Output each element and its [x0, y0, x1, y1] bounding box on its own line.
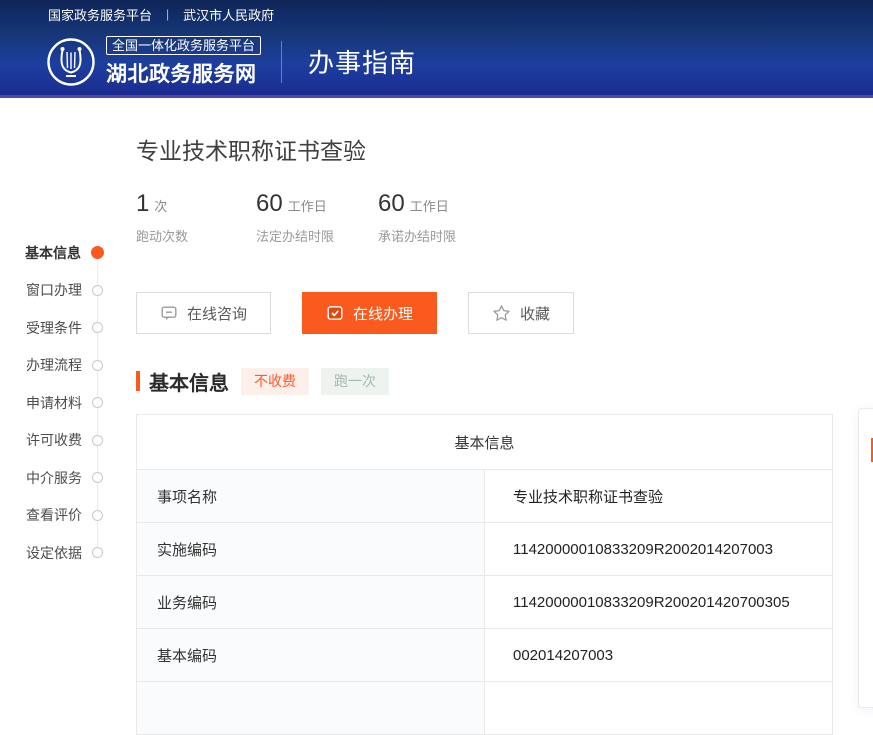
stat-label: 承诺办结时限 [378, 226, 456, 245]
stat-promised-time-limit: 60 工作日 承诺办结时限 [378, 190, 456, 245]
right-panel-card [858, 408, 873, 708]
step-dot-icon [92, 360, 103, 371]
sidebar-item-label: 窗口办理 [26, 280, 82, 300]
service-title: 专业技术职称证书查验 [136, 138, 833, 165]
sidebar-item-label: 许可收费 [26, 430, 82, 450]
stat-unit: 工作日 [410, 196, 449, 215]
stat-unit: 次 [154, 196, 167, 215]
main-content: 专业技术职称证书查验 1 次 跑动次数 60 工作日 法定办结时限 60 工作日… [136, 101, 833, 735]
star-icon [492, 304, 511, 323]
row-label: 事项名称 [137, 470, 485, 523]
table-row: 基本编码 002014207003 [137, 629, 833, 682]
sidebar-item-label: 查看评价 [26, 505, 82, 525]
step-sidebar: 基本信息 窗口办理 受理条件 办理流程 申请材料 许可收费 中介服务 查看评价 … [0, 234, 103, 572]
header-divider [281, 41, 282, 83]
step-dot-icon [92, 510, 103, 521]
platform-badge: 全国一体化政务服务平台 [106, 36, 261, 55]
favorite-button[interactable]: 收藏 [468, 292, 574, 334]
sidebar-item-label: 设定依据 [26, 543, 82, 563]
sidebar-item-license-fees[interactable]: 许可收费 [0, 422, 103, 460]
sidebar-item-view-reviews[interactable]: 查看评价 [0, 497, 103, 535]
step-dot-icon [91, 246, 104, 259]
site-name: 湖北政务服务网 [106, 58, 261, 88]
online-consult-label: 在线咨询 [187, 303, 247, 324]
stat-unit: 工作日 [288, 196, 327, 215]
step-dot-icon [92, 397, 103, 408]
site-header: 全国一体化政务服务平台 湖北政务服务网 办事指南 [0, 28, 873, 98]
online-consult-button[interactable]: 在线咨询 [136, 292, 271, 334]
row-value: 002014207003 [485, 629, 833, 682]
stat-run-times: 1 次 跑动次数 [136, 190, 212, 245]
row-label: 业务编码 [137, 576, 485, 629]
sidebar-item-basic-info[interactable]: 基本信息 [0, 234, 103, 272]
step-dot-icon [92, 472, 103, 483]
row-label: 基本编码 [137, 629, 485, 682]
section-title: 基本信息 [149, 367, 229, 396]
service-stats: 1 次 跑动次数 60 工作日 法定办结时限 60 工作日 承诺办结时限 [136, 190, 833, 245]
row-value: 专业技术职称证书查验 [485, 470, 833, 523]
top-government-bar: 国家政务服务平台 | 武汉市人民政府 [0, 0, 873, 28]
table-caption: 基本信息 [137, 415, 833, 470]
sidebar-item-application-materials[interactable]: 申请材料 [0, 384, 103, 422]
table-caption-row: 基本信息 [137, 415, 833, 470]
row-value: 11420000010833209R2002014207003 [485, 523, 833, 576]
page-title: 办事指南 [308, 43, 416, 80]
section-accent-bar [136, 371, 140, 391]
stat-label: 跑动次数 [136, 226, 212, 245]
sidebar-item-label: 申请材料 [26, 393, 82, 413]
sidebar-item-label: 受理条件 [26, 318, 82, 338]
sidebar-item-intermediary-services[interactable]: 中介服务 [0, 459, 103, 497]
sidebar-item-window-handling[interactable]: 窗口办理 [0, 272, 103, 310]
table-row-partial [137, 682, 833, 735]
stat-legal-time-limit: 60 工作日 法定办结时限 [256, 190, 334, 245]
check-screen-icon [326, 304, 344, 322]
table-row: 实施编码 11420000010833209R2002014207003 [137, 523, 833, 576]
row-value: 11420000010833209R200201420700305 [485, 576, 833, 629]
stat-value: 1 [136, 190, 149, 218]
sidebar-item-label: 基本信息 [25, 243, 81, 263]
topbar-link-wuhan[interactable]: 武汉市人民政府 [183, 5, 274, 24]
site-logo-text: 全国一体化政务服务平台 湖北政务服务网 [106, 36, 261, 88]
table-row: 事项名称 专业技术职称证书查验 [137, 470, 833, 523]
step-dot-icon [92, 435, 103, 446]
topbar-link-national[interactable]: 国家政务服务平台 [48, 5, 152, 24]
table-row: 业务编码 11420000010833209R200201420700305 [137, 576, 833, 629]
chat-bubble-icon [160, 304, 178, 322]
tag-run-once: 跑一次 [321, 368, 389, 395]
online-handle-label: 在线办理 [353, 303, 413, 324]
row-label: 实施编码 [137, 523, 485, 576]
row-value [485, 682, 833, 735]
stat-value: 60 [256, 190, 283, 218]
site-logo[interactable]: 全国一体化政务服务平台 湖北政务服务网 [46, 36, 261, 88]
basic-info-table: 基本信息 事项名称 专业技术职称证书查验 实施编码 11420000010833… [136, 414, 833, 735]
online-handle-button[interactable]: 在线办理 [302, 292, 437, 334]
stat-label: 法定办结时限 [256, 226, 334, 245]
row-label [137, 682, 485, 735]
basic-info-section-header: 基本信息 不收费 跑一次 [136, 366, 833, 396]
sidebar-item-acceptance-conditions[interactable]: 受理条件 [0, 309, 103, 347]
sidebar-item-setting-basis[interactable]: 设定依据 [0, 534, 103, 572]
sidebar-item-process[interactable]: 办理流程 [0, 347, 103, 385]
step-dot-icon [92, 285, 103, 296]
favorite-label: 收藏 [520, 303, 550, 324]
step-dot-icon [92, 322, 103, 333]
action-buttons: 在线咨询 在线办理 收藏 [136, 292, 833, 334]
tag-no-fee: 不收费 [241, 368, 309, 395]
national-platform-emblem-icon [46, 37, 96, 87]
sidebar-item-label: 中介服务 [26, 468, 82, 488]
topbar-divider: | [166, 7, 169, 21]
sidebar-item-label: 办理流程 [26, 355, 82, 375]
stat-value: 60 [378, 190, 405, 218]
step-dot-icon [92, 547, 103, 558]
